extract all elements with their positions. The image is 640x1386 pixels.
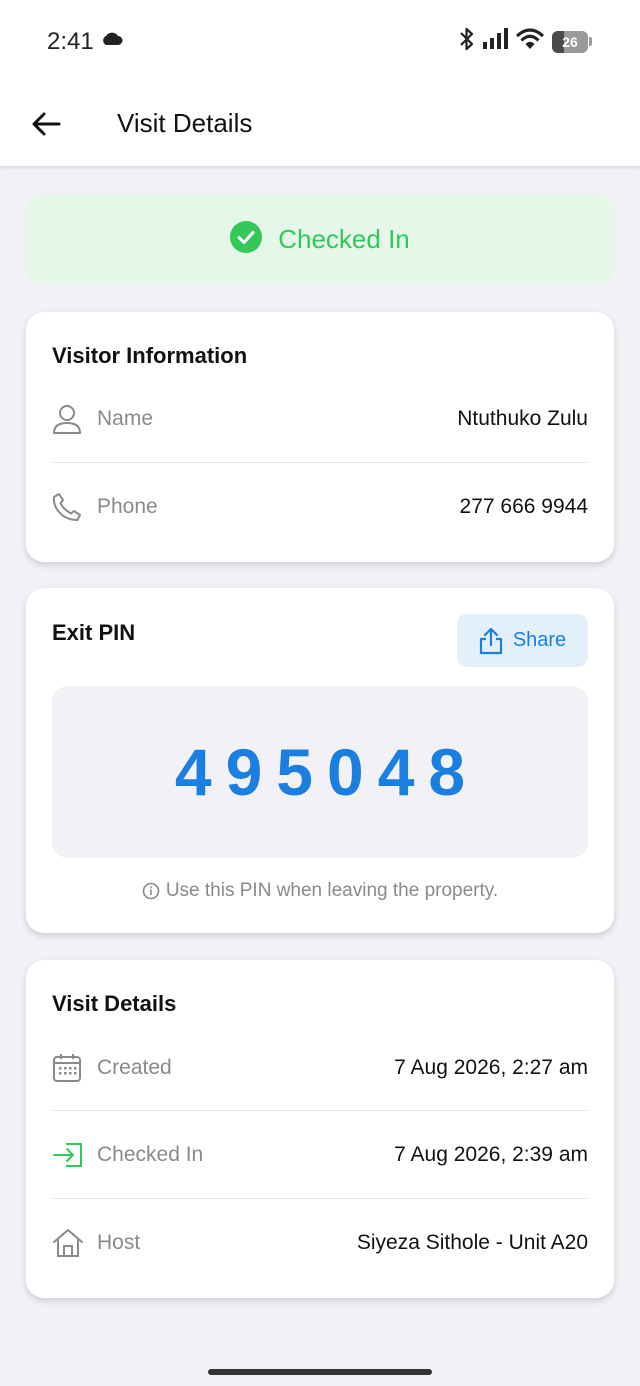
- pin-display: 495048: [52, 686, 588, 858]
- checked-in-value: 7 Aug 2026, 2:39 am: [394, 1143, 588, 1166]
- status-label: Checked In: [278, 223, 410, 254]
- visit-details-card: Visit Details Created 7 Aug 2026, 2:27 a…: [26, 960, 614, 1298]
- name-value: Ntuthuko Zulu: [457, 407, 588, 430]
- status-icons: 26: [459, 26, 592, 57]
- phone-row: Phone 277 666 9944: [52, 463, 588, 551]
- app-bar: Visit Details: [0, 80, 640, 166]
- checked-in-banner: Checked In: [26, 194, 614, 284]
- created-value: 7 Aug 2026, 2:27 am: [394, 1056, 588, 1079]
- phone-value: 277 666 9944: [459, 495, 588, 518]
- host-row: Host Siyeza Sithole - Unit A20: [52, 1199, 588, 1287]
- home-indicator[interactable]: [208, 1369, 432, 1375]
- status-time: 2:41: [47, 28, 94, 55]
- cloud-icon: [101, 30, 123, 51]
- share-icon: [479, 627, 502, 654]
- card-title: Exit PIN: [52, 620, 136, 645]
- pin-value: 495048: [174, 735, 480, 809]
- page-title: Visit Details: [117, 108, 253, 138]
- checked-in-row: Checked In 7 Aug 2026, 2:39 am: [52, 1111, 588, 1199]
- card-title: Visitor Information: [52, 343, 248, 368]
- person-icon: [52, 403, 86, 435]
- card-title: Visit Details: [52, 991, 177, 1016]
- checked-in-label: Checked In: [97, 1143, 204, 1166]
- calendar-icon: [52, 1053, 86, 1083]
- wifi-icon: [515, 27, 545, 56]
- info-icon: [142, 882, 160, 900]
- created-label: Created: [97, 1056, 172, 1079]
- status-bar: 2:41 26: [0, 0, 640, 80]
- visitor-information-card: Visitor Information Name Ntuthuko Zulu P…: [26, 312, 614, 562]
- name-label: Name: [97, 407, 154, 430]
- name-row: Name Ntuthuko Zulu: [52, 375, 588, 463]
- arrow-left-icon: [32, 112, 61, 136]
- exit-pin-card: Exit PIN Share 495048 Use this PIN when …: [26, 588, 614, 933]
- host-value: Siyeza Sithole - Unit A20: [356, 1231, 588, 1254]
- login-icon: [52, 1141, 86, 1169]
- battery-level: 26: [562, 33, 578, 50]
- pin-hint: Use this PIN when leaving the property.: [26, 880, 614, 902]
- share-label: Share: [512, 629, 567, 651]
- host-label: Host: [97, 1231, 141, 1254]
- back-button[interactable]: [24, 102, 68, 146]
- home-icon: [52, 1227, 86, 1259]
- battery-icon: 26: [552, 30, 588, 53]
- check-circle-icon: [230, 220, 263, 258]
- phone-icon: [52, 492, 86, 522]
- phone-label: Phone: [97, 495, 158, 518]
- signal-icon: [482, 28, 508, 55]
- share-button[interactable]: Share: [457, 614, 588, 667]
- pin-hint-text: Use this PIN when leaving the property.: [165, 880, 499, 901]
- bluetooth-icon: [459, 26, 475, 57]
- created-row: Created 7 Aug 2026, 2:27 am: [52, 1024, 588, 1112]
